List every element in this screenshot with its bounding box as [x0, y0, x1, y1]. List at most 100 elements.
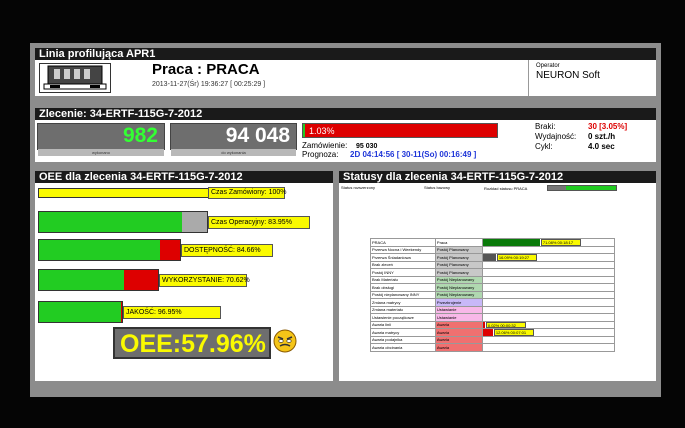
status-share [481, 275, 616, 284]
status-share [481, 335, 616, 344]
operator-box: Operator NEURON Soft [528, 60, 656, 96]
status-share: 0.02% 00:00:32 [481, 320, 616, 329]
status-share [481, 313, 616, 322]
status-share [481, 298, 616, 307]
status-base: Postój Planowany [434, 253, 483, 262]
status-base: Przezbrojenie [434, 298, 483, 307]
statuses-title: Statusy dla zlecenia 34-ERTF-115G-7-2012 [343, 171, 564, 183]
status-name: Awaria podajnika [370, 335, 436, 344]
forecast-value: 2D 04:14:56 [ 30-11(So) 00:16:49 ] [350, 150, 477, 159]
status-share-label: 71.08% 00:18:17 [540, 239, 581, 246]
col-base-header: Status bazowy [424, 185, 451, 190]
status-name: Przerwa Śniadaniowa [370, 253, 436, 262]
oee-bar-fill-3 [39, 270, 124, 290]
order-number-label: Zamówienie: [302, 141, 348, 150]
status-share [481, 283, 616, 292]
status-share-bar [483, 239, 540, 246]
order-panel: 982 wykonano 94 048 do wykonania 1.03% Z… [35, 120, 656, 162]
status-base: Praca [434, 238, 483, 247]
status-row: Awaria matrycy Awaria 12.06% 00:07:01 [370, 328, 616, 337]
work-split-marker [548, 186, 566, 190]
status-share: 16.09% 00:19:27 [481, 253, 616, 262]
status-name: Brak Materiału [370, 275, 436, 284]
oee-bar-label-0: Czas Zamówiony: 100% [208, 187, 286, 199]
scrap-label: Braki: [535, 122, 556, 131]
cycle-value: 4.0 sec [588, 142, 615, 151]
status-share-bar [483, 329, 493, 336]
status-row: Brak obsługi Postój Nieplanowany [370, 283, 616, 292]
status-share: 12.06% 00:07:01 [481, 328, 616, 337]
status-name: Brak obsługi [370, 283, 436, 292]
status-share [481, 268, 616, 277]
status-row: Ustawienie początkowe Ustawianie [370, 313, 616, 322]
state-timestamp: 2013-11-27(Śr) 19:36:27 [ 00:25:29 ] [152, 81, 266, 88]
machine-state: Praca : PRACA [152, 61, 260, 78]
status-share-label: 0.02% 00:00:32 [485, 321, 526, 328]
status-base: Postój Nieplanowany [434, 283, 483, 292]
status-name: Brak zleceń [370, 260, 436, 269]
oee-bar-1 [38, 211, 208, 233]
efficiency-value: 0 szt./h [588, 132, 616, 141]
status-base: Postój Nieplanowany [434, 275, 483, 284]
efficiency-label: Wydajność: [535, 132, 577, 141]
status-share [481, 343, 616, 352]
status-share-bar [483, 254, 496, 261]
line-title-bar: Linia profilująca APR1 [35, 48, 656, 60]
status-name: Postój INNY [370, 268, 436, 277]
status-row: Awaria obcinania Awaria [370, 343, 616, 352]
status-base: Ustawianie [434, 305, 483, 314]
oee-title: OEE dla zlecenia 34-ERTF-115G-7-2012 [39, 171, 243, 183]
status-base: Awaria [434, 335, 483, 344]
status-name: Awaria obcinania [370, 343, 436, 352]
oee-bar-fill-1 [39, 212, 182, 232]
oee-bar-label-1: Czas Operacyjny: 83.95% [208, 215, 310, 229]
status-row: Zmiana matrycy Przezbrojenie [370, 298, 616, 307]
status-row: Postój INNY Postój Planowany [370, 268, 616, 277]
status-share-bar [483, 321, 485, 328]
col-split-header: Rozkład statusu PRACA [484, 186, 528, 191]
scrap-value: 30 [3.05%] [588, 122, 628, 131]
status-row: Brak zleceń Postój Planowany [370, 260, 616, 269]
order-progress-bar: 1.03% [302, 123, 498, 138]
statuses-title-bar: Statusy dla zlecenia 34-ERTF-115G-7-2012 [339, 171, 656, 183]
status-name: Awaria linii [370, 320, 436, 329]
status-row: Zmiana materiału Ustawianie [370, 305, 616, 314]
status-name: Przerwa Nocna i Weekendy [370, 245, 436, 254]
status-row: Przerwa Nocna i Weekendy Postój Planowany [370, 245, 616, 254]
status-base: Postój Nieplanowany [434, 290, 483, 299]
order-progress-fill [303, 124, 305, 137]
oee-bar-label-3: WYKORZYSTANIE: 70.62% [159, 273, 250, 287]
status-name: Postój nieplanowany INNY [370, 290, 436, 299]
oee-bar-fill-4 [39, 302, 121, 322]
oee-total-box: OEE:57.96% [113, 327, 271, 359]
operator-label: Operator [536, 63, 560, 69]
status-name: Ustawienie początkowe [370, 313, 436, 322]
status-share [481, 260, 616, 269]
order-title-bar: Zlecenie: 34-ERTF-115G-7-2012 [35, 108, 656, 120]
ordered-counter: 94 048 do wykonania [170, 123, 297, 156]
oee-bar-label-4: JAKOŚĆ: 96.95% [123, 305, 221, 319]
status-base: Postój Planowany [434, 268, 483, 277]
dashboard-screen: Linia profilująca APR1 Praca : PRACA 201… [30, 43, 661, 397]
status-share [481, 290, 616, 299]
ordered-caption: do wykonania [171, 149, 296, 156]
line-title: Linia profilująca APR1 [39, 48, 156, 60]
oee-title-bar: OEE dla zlecenia 34-ERTF-115G-7-2012 [35, 171, 333, 183]
status-share [481, 245, 616, 254]
produced-caption: wykonano [38, 149, 164, 156]
status-name: Awaria matrycy [370, 328, 436, 337]
operator-name: NEURON Soft [536, 70, 600, 81]
status-base: Awaria [434, 343, 483, 352]
oee-bar-fill-2 [39, 240, 160, 260]
status-row: PRACA Praca 71.08% 00:18:17 [370, 238, 616, 247]
machine-icon [39, 63, 111, 93]
produced-counter: 982 wykonano [37, 123, 165, 156]
oee-bar-label-2: DOSTĘPNOŚĆ: 84.66% [181, 243, 273, 257]
work-split-bar [547, 185, 617, 191]
oee-bar-fill-0 [39, 189, 209, 197]
status-name: PRACA [370, 238, 436, 247]
header-panel: Praca : PRACA 2013-11-27(Śr) 19:36:27 [ … [35, 60, 656, 96]
col-status-header: Status rozszerzony [341, 185, 376, 190]
cycle-label: Cykl: [535, 142, 553, 151]
status-row: Postój nieplanowany INNY Postój Nieplanow… [370, 290, 616, 299]
